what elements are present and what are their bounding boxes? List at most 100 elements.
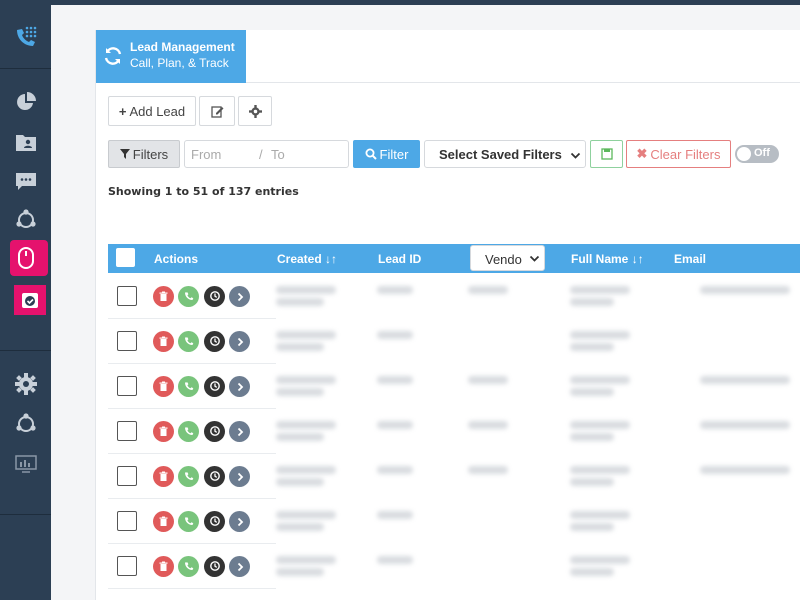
contacts-folder-icon[interactable] — [0, 130, 51, 154]
call-lead-button[interactable] — [178, 331, 199, 352]
redacted-cell — [276, 466, 336, 474]
table-header: Actions Created ↓↑ Lead ID Vendo Full Na… — [108, 244, 800, 273]
call-lead-button[interactable] — [178, 511, 199, 532]
row-checkbox[interactable] — [117, 286, 137, 306]
col-lead-id[interactable]: Lead ID — [378, 252, 421, 266]
trash-icon — [158, 422, 169, 441]
history-icon — [209, 467, 221, 486]
redacted-cell — [570, 286, 630, 294]
mouse-icon[interactable] — [0, 244, 51, 272]
lead-history-button[interactable] — [204, 466, 225, 487]
open-lead-button[interactable] — [229, 511, 250, 532]
table-row[interactable] — [108, 274, 276, 319]
table-row[interactable] — [108, 499, 276, 544]
table-row[interactable] — [108, 409, 276, 454]
redacted-cell — [570, 388, 614, 396]
delete-lead-button[interactable] — [153, 511, 174, 532]
col-email[interactable]: Email — [674, 252, 706, 266]
redacted-cell — [276, 343, 324, 351]
table-row[interactable] — [108, 364, 276, 409]
lead-history-button[interactable] — [204, 556, 225, 577]
row-checkbox[interactable] — [117, 556, 137, 576]
phone-icon — [183, 377, 194, 396]
col-created[interactable]: Created ↓↑ — [277, 252, 337, 266]
lead-history-button[interactable] — [204, 286, 225, 307]
edit-button[interactable] — [199, 96, 235, 126]
row-checkbox[interactable] — [117, 466, 137, 486]
chevron-right-icon — [235, 467, 245, 486]
filter-button-label: Filter — [379, 146, 409, 162]
sidebar-separator — [0, 350, 51, 351]
redacted-cell — [276, 511, 336, 519]
table-row[interactable] — [108, 544, 276, 589]
redacted-cell — [276, 376, 336, 384]
redacted-cell — [377, 511, 413, 519]
share-icon[interactable] — [0, 412, 51, 436]
saved-filters-select[interactable]: Select Saved Filters — [424, 140, 586, 168]
call-lead-button[interactable] — [178, 556, 199, 577]
sidebar-separator — [0, 514, 51, 515]
history-icon — [209, 377, 221, 396]
toggle-label: Off — [754, 147, 770, 159]
gear-icon[interactable] — [0, 372, 51, 396]
call-lead-button[interactable] — [178, 421, 199, 442]
open-lead-button[interactable] — [229, 376, 250, 397]
phone-icon — [183, 287, 194, 306]
sidebar-separator — [0, 68, 51, 69]
add-lead-button[interactable]: + Add Lead — [108, 96, 196, 126]
monitor-chart-icon[interactable] — [0, 452, 51, 476]
col-full-name[interactable]: Full Name ↓↑ — [571, 252, 644, 266]
vendor-filter-select[interactable]: Vendo — [470, 245, 545, 271]
lead-history-button[interactable] — [204, 376, 225, 397]
lead-history-button[interactable] — [204, 331, 225, 352]
redacted-cell — [468, 376, 508, 384]
call-lead-button[interactable] — [178, 376, 199, 397]
table-row[interactable] — [108, 319, 276, 364]
table-row[interactable] — [108, 454, 276, 499]
delete-lead-button[interactable] — [153, 556, 174, 577]
filter-toggle-switch[interactable]: Off — [735, 145, 779, 163]
redacted-cell — [377, 286, 413, 294]
open-lead-button[interactable] — [229, 466, 250, 487]
delete-lead-button[interactable] — [153, 286, 174, 307]
trash-icon — [158, 557, 169, 576]
open-lead-button[interactable] — [229, 421, 250, 442]
delete-lead-button[interactable] — [153, 376, 174, 397]
open-lead-button[interactable] — [229, 331, 250, 352]
settings-button[interactable] — [238, 96, 272, 126]
lead-check-icon[interactable] — [4, 288, 55, 312]
funnel-icon — [119, 149, 130, 159]
redacted-cell — [700, 376, 790, 384]
select-all-checkbox[interactable] — [116, 248, 135, 267]
date-range-input[interactable]: From / To — [184, 140, 349, 168]
row-checkbox[interactable] — [117, 421, 137, 441]
phone-icon[interactable] — [0, 22, 51, 52]
page-title-tab[interactable]: Lead Management Call, Plan, & Track — [96, 30, 246, 83]
open-lead-button[interactable] — [229, 286, 250, 307]
delete-lead-button[interactable] — [153, 466, 174, 487]
row-checkbox[interactable] — [117, 376, 137, 396]
chat-icon[interactable] — [0, 170, 51, 194]
trash-icon — [158, 287, 169, 306]
network-icon[interactable] — [0, 208, 51, 232]
filter-button[interactable]: Filter — [353, 140, 420, 168]
save-filter-button[interactable] — [590, 140, 623, 168]
delete-lead-button[interactable] — [153, 331, 174, 352]
phone-icon — [183, 557, 194, 576]
filters-label: Filters — [132, 146, 169, 162]
redacted-cell — [276, 478, 324, 486]
redacted-cell — [377, 421, 413, 429]
filters-toggle-button[interactable]: Filters — [108, 140, 180, 168]
open-lead-button[interactable] — [229, 556, 250, 577]
call-lead-button[interactable] — [178, 466, 199, 487]
call-lead-button[interactable] — [178, 286, 199, 307]
chevron-right-icon — [235, 377, 245, 396]
clear-filters-button[interactable]: ✖ Clear Filters — [626, 140, 731, 168]
pie-chart-icon[interactable] — [0, 90, 51, 114]
row-checkbox[interactable] — [117, 511, 137, 531]
delete-lead-button[interactable] — [153, 421, 174, 442]
redacted-cell — [468, 286, 508, 294]
row-checkbox[interactable] — [117, 331, 137, 351]
lead-history-button[interactable] — [204, 511, 225, 532]
lead-history-button[interactable] — [204, 421, 225, 442]
